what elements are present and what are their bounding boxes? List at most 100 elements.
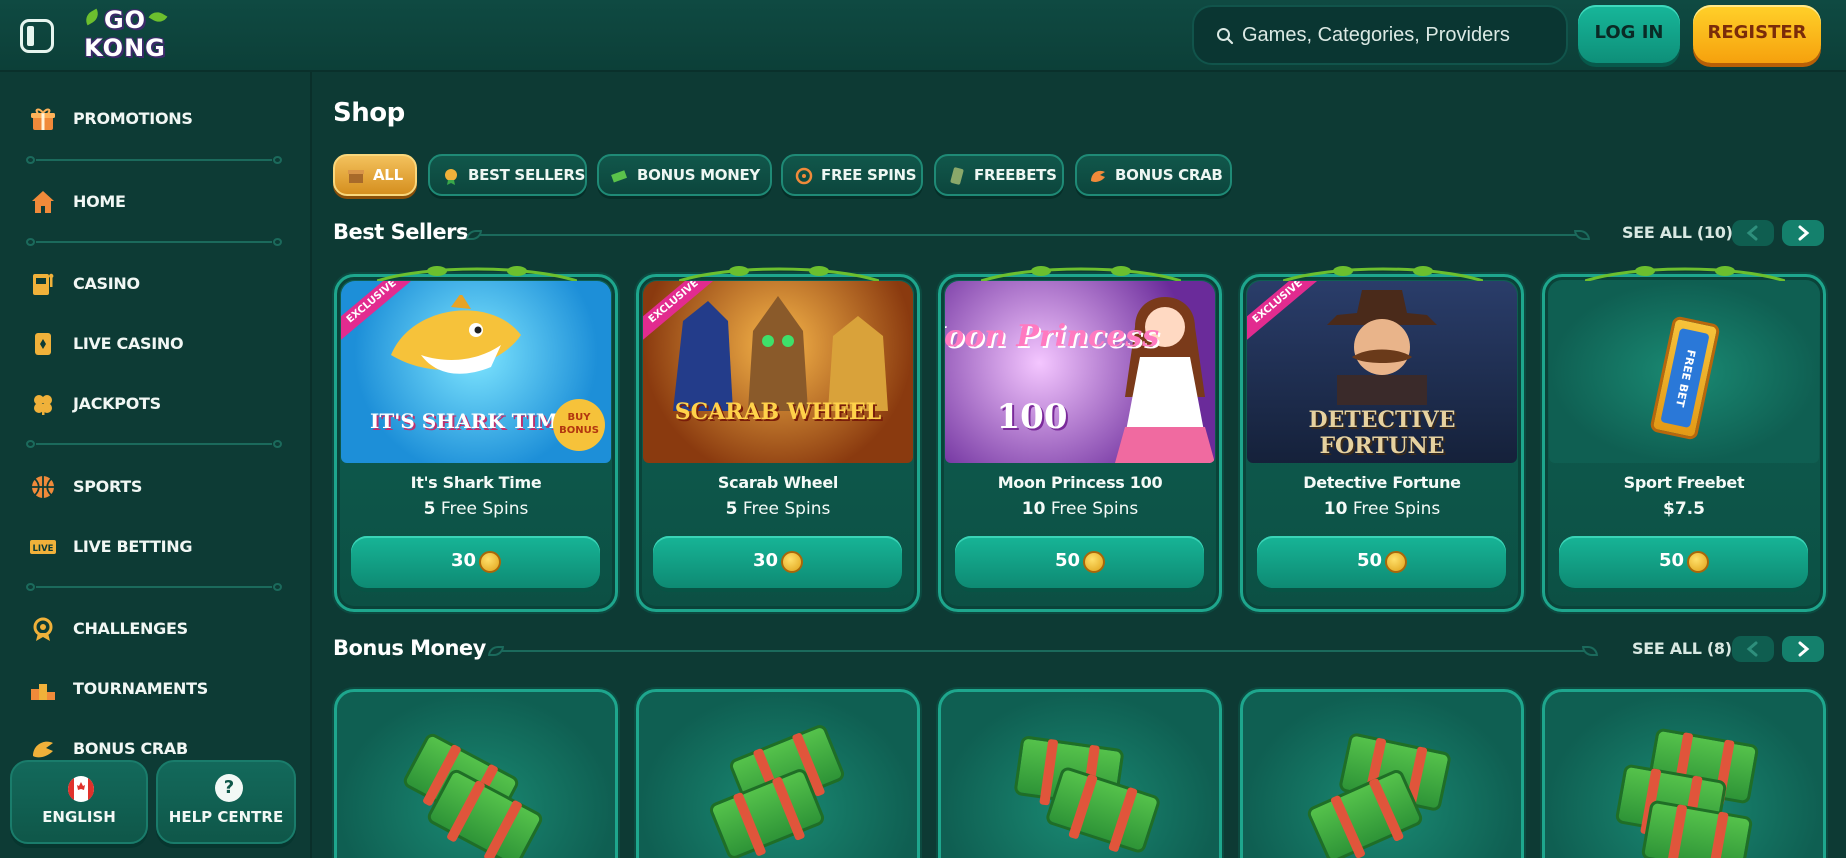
sidebar-item-sports[interactable]: SPORTS (30, 470, 290, 504)
cash-stack-icon (1044, 765, 1162, 855)
cash-stack-icon (1640, 799, 1754, 858)
help-centre-button[interactable]: ? HELP CENTRE (156, 760, 296, 844)
search-bar[interactable] (1192, 5, 1568, 65)
reward-amount: $7.5 (1663, 499, 1705, 519)
home-icon (32, 191, 54, 213)
sidebar-divider (26, 440, 282, 448)
shop-card-detective-fortune[interactable]: DETECTIVE FORTUNE EXCLUSIVE Detective Fo… (1240, 266, 1524, 612)
card-title: Moon Princess 100 (997, 473, 1163, 492)
card-reward: $7.5 (1545, 499, 1823, 519)
logo-text-go: GO (103, 6, 147, 34)
bonus-money-card[interactable] (938, 689, 1222, 858)
section-divider (488, 646, 1598, 656)
reward-amount: 10 (1323, 499, 1348, 519)
reward-unit: Free Spins (742, 499, 831, 519)
sidebar-item-promotions[interactable]: PROMOTIONS (30, 102, 290, 136)
badge-icon (33, 617, 53, 641)
filter-chip-label: ALL (373, 166, 403, 184)
bonus-money-card[interactable] (334, 689, 618, 858)
crab-icon (33, 741, 53, 758)
see-all-bonus-money-link[interactable]: SEE ALL (8) (1632, 639, 1732, 658)
price-value: 50 (1356, 550, 1383, 571)
bonus-money-card[interactable] (1240, 689, 1524, 858)
game-thumbnail: DETECTIVE FORTUNE EXCLUSIVE (1247, 281, 1517, 463)
egyptian-gods-illustration (673, 296, 888, 411)
chevron-left-icon (1746, 641, 1758, 657)
sidebar-item-tournaments[interactable]: TOURNAMENTS (30, 672, 290, 706)
chevron-left-icon (1746, 225, 1758, 241)
medal-icon (445, 169, 457, 185)
sidebar-item-label: LIVE BETTING (73, 537, 193, 556)
language-selector-button[interactable]: ENGLISH (10, 760, 148, 844)
sidebar-item-live-betting[interactable]: LIVE LIVE BETTING (30, 530, 290, 564)
filter-chip-label: BONUS CRAB (1115, 166, 1223, 184)
logo-text-kong: KONG (84, 34, 166, 62)
sidebar-item-label: BONUS CRAB (73, 739, 188, 758)
sidebar-item-label: JACKPOTS (73, 394, 161, 413)
basketball-icon (32, 476, 54, 498)
buy-button[interactable]: 50 (955, 536, 1204, 588)
sidebar-item-home[interactable]: HOME (30, 185, 290, 219)
gokong-logo[interactable]: GO KONG (82, 4, 168, 66)
filter-chip-freebets[interactable]: FREEBETS (934, 154, 1064, 196)
price-value: 50 (1658, 550, 1685, 571)
buy-button[interactable]: 30 (351, 536, 600, 588)
help-icon: ? (215, 774, 243, 802)
coin-icon (1385, 551, 1407, 573)
shop-card-shark-time[interactable]: IT'S SHARK TIME! BUY BONUS EXCLUSIVE It'… (334, 266, 618, 612)
buy-button[interactable]: 30 (653, 536, 902, 588)
buy-button[interactable]: 50 (1559, 536, 1808, 588)
register-button[interactable]: REGISTER (1693, 5, 1821, 63)
carousel-prev-button[interactable] (1732, 636, 1774, 662)
canada-flag-icon (67, 776, 95, 802)
podium-icon (31, 684, 55, 700)
shop-card-scarab-wheel[interactable]: SCARAB WHEEL EXCLUSIVE Scarab Wheel 5 Fr… (636, 266, 920, 612)
live-badge-text: LIVE (33, 544, 54, 554)
filter-chip-all[interactable]: ALL (333, 154, 417, 196)
filter-chip-bonus-crab[interactable]: BONUS CRAB (1075, 154, 1232, 196)
carousel-next-button[interactable] (1782, 636, 1824, 662)
spin-icon (795, 167, 813, 185)
search-input[interactable] (1242, 7, 1560, 63)
filter-chip-label: BEST SELLERS (468, 166, 586, 184)
language-label: ENGLISH (42, 808, 116, 826)
buy-button[interactable]: 50 (1257, 536, 1506, 588)
reward-amount: 5 (423, 499, 436, 519)
bonus-money-card[interactable] (1542, 689, 1826, 858)
filter-chip-best-sellers[interactable]: BEST SELLERS (428, 154, 587, 196)
box-icon (348, 170, 364, 183)
login-button[interactable]: LOG IN (1578, 5, 1680, 63)
sidebar-item-challenges[interactable]: CHALLENGES (30, 612, 290, 646)
reward-unit: Free Spins (1050, 499, 1139, 519)
sidebar-item-casino[interactable]: CASINO (30, 267, 290, 301)
freebet-ticket-icon: FREE BET (1649, 315, 1721, 441)
carousel-prev-button[interactable] (1732, 220, 1774, 246)
shop-card-sport-freebet[interactable]: FREE BET Sport Freebet $7.5 50 (1542, 266, 1826, 612)
sidebar-toggle-icon[interactable] (20, 19, 54, 53)
game-thumbnail: SCARAB WHEEL EXCLUSIVE (643, 281, 913, 463)
freebet-ticket-text: FREE BET (1660, 327, 1710, 429)
coin-icon (1083, 551, 1105, 573)
filter-chip-free-spins[interactable]: FREE SPINS (781, 154, 923, 196)
sidebar-item-label: SPORTS (73, 477, 143, 496)
top-header: GO KONG LOG IN REGISTER (0, 0, 1846, 72)
section-title-best-sellers: Best Sellers (333, 220, 468, 244)
game-art-title: SCARAB WHEEL (674, 399, 882, 425)
ticket-icon (950, 167, 964, 185)
reward-amount: 10 (1021, 499, 1046, 519)
main-content: Shop ALL BEST SELLERS BONUS MONEY FREE S… (312, 72, 1846, 858)
filter-chip-bonus-money[interactable]: BONUS MONEY (597, 154, 772, 196)
section-title-bonus-money: Bonus Money (333, 636, 486, 660)
shop-card-moon-princess[interactable]: Moon Princess 100 Moon Princess 100 10 F… (938, 266, 1222, 612)
sidebar-divider (26, 583, 282, 591)
coin-icon (479, 551, 501, 573)
see-all-best-sellers-link[interactable]: SEE ALL (10) (1622, 223, 1733, 242)
sidebar-item-jackpots[interactable]: JACKPOTS (30, 387, 290, 421)
sidebar-item-label: PROMOTIONS (73, 109, 193, 128)
sidebar-item-live-casino[interactable]: LIVE CASINO (30, 327, 290, 361)
bonus-money-card[interactable] (636, 689, 920, 858)
card-reward: 10 Free Spins (1243, 499, 1521, 519)
filter-chip-label: FREE SPINS (821, 166, 917, 184)
carousel-next-button[interactable] (1782, 220, 1824, 246)
game-thumbnail: FREE BET (1549, 281, 1819, 463)
